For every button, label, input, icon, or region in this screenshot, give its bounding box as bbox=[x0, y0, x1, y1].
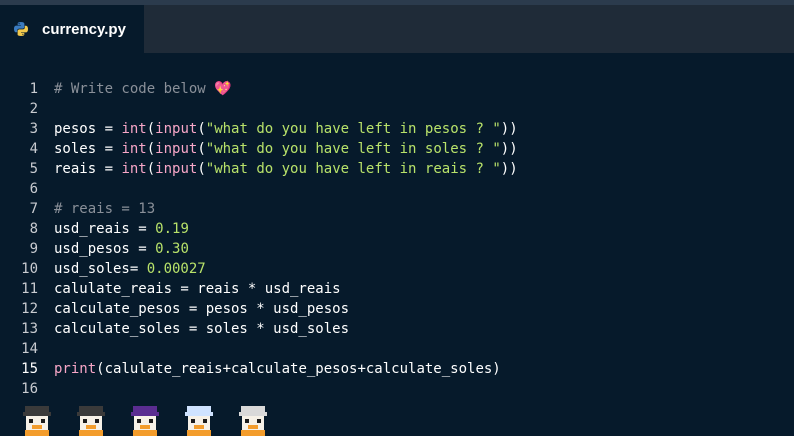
code-line[interactable]: 3 pesos = int(input("what do you have lef… bbox=[0, 119, 794, 139]
code-token: calculate_pesos = pesos * usd_pesos bbox=[54, 301, 350, 317]
code-token: 0.19 bbox=[155, 221, 189, 237]
code-line[interactable]: 1 # Write code below 💖 bbox=[0, 79, 794, 99]
code-token: "what do you have left in soles ? " bbox=[205, 141, 501, 157]
code-text: # Write code below 💖 bbox=[54, 79, 232, 99]
code-token: ( bbox=[197, 121, 206, 137]
code-line[interactable]: 15 print(calulate_reais+calculate_pesos+c… bbox=[0, 359, 794, 379]
line-number: 7 bbox=[29, 201, 38, 217]
tab-bar: currency.py bbox=[0, 5, 794, 53]
code-line[interactable]: 9 usd_pesos = 0.30 bbox=[0, 239, 794, 259]
code-line[interactable]: 6 bbox=[0, 179, 794, 199]
code-token: soles = bbox=[54, 141, 122, 157]
code-text: soles = int(input("what do you have left… bbox=[54, 139, 518, 159]
code-text: print(calulate_reais+calculate_pesos+cal… bbox=[54, 359, 501, 379]
code-token: usd_soles= bbox=[54, 261, 147, 277]
code-token: int bbox=[121, 121, 147, 137]
line-number: 3 bbox=[29, 121, 38, 137]
tab-label: currency.py bbox=[42, 20, 126, 38]
code-line[interactable]: 14 bbox=[0, 339, 794, 359]
code-text: calculate_pesos = pesos * usd_pesos bbox=[54, 299, 349, 319]
code-text: calulate_reais = reais * usd_reais bbox=[54, 279, 341, 299]
code-line[interactable]: 7 # reais = 13 bbox=[0, 199, 794, 219]
code-line[interactable]: 2 bbox=[0, 99, 794, 119]
line-number: 14 bbox=[21, 341, 38, 357]
avatar-4[interactable] bbox=[183, 404, 215, 436]
code-editor[interactable]: 1 # Write code below 💖 2 3 pesos = int(input… bbox=[0, 79, 794, 399]
code-text: usd_pesos = 0.30 bbox=[54, 239, 189, 259]
code-token: )) bbox=[500, 141, 518, 157]
code-line[interactable]: 5 reais = int(input("what do you have lef… bbox=[0, 159, 794, 179]
code-token: )) bbox=[500, 161, 518, 177]
code-line[interactable]: 13 calculate_soles = soles * usd_soles bbox=[0, 319, 794, 339]
avatar-1[interactable] bbox=[21, 404, 53, 436]
line-number: 6 bbox=[29, 181, 38, 197]
line-number: 9 bbox=[29, 241, 38, 257]
python-icon bbox=[14, 22, 28, 36]
code-token: usd_pesos = bbox=[54, 241, 156, 257]
line-number: 15 bbox=[21, 361, 38, 377]
heart-emoji: 💖 bbox=[214, 81, 232, 97]
code-token: ( bbox=[146, 121, 156, 137]
code-token: (calulate_reais+calculate_pesos+calculat… bbox=[96, 361, 501, 377]
line-number: 8 bbox=[29, 221, 38, 237]
code-token: int bbox=[121, 141, 147, 157]
code-token: usd_reais = bbox=[54, 221, 156, 237]
code-token: calulate_reais = reais * usd_reais bbox=[54, 281, 341, 297]
avatar-5[interactable] bbox=[237, 404, 269, 436]
code-text: usd_soles= 0.00027 bbox=[54, 259, 206, 279]
line-number: 10 bbox=[21, 261, 38, 277]
code-token: # reais = 13 bbox=[54, 201, 156, 217]
code-token: "what do you have left in reais ? " bbox=[205, 161, 501, 177]
code-token: # Write code below bbox=[54, 81, 215, 97]
code-token: ( bbox=[197, 141, 206, 157]
code-text: reais = int(input("what do you have left… bbox=[54, 159, 518, 179]
code-token: 0.00027 bbox=[146, 261, 206, 277]
code-text: calculate_soles = soles * usd_soles bbox=[54, 319, 349, 339]
code-text: usd_reais = 0.19 bbox=[54, 219, 189, 239]
tab-currency-py[interactable]: currency.py bbox=[0, 5, 144, 53]
avatar-3[interactable] bbox=[129, 404, 161, 436]
code-line[interactable]: 12 calculate_pesos = pesos * usd_pesos bbox=[0, 299, 794, 319]
line-number: 16 bbox=[21, 381, 38, 397]
code-line[interactable]: 11 calulate_reais = reais * usd_reais bbox=[0, 279, 794, 299]
line-number: 5 bbox=[29, 161, 38, 177]
line-number: 11 bbox=[21, 281, 38, 297]
code-token: calculate_soles = soles * usd_soles bbox=[54, 321, 350, 337]
code-token: ( bbox=[146, 141, 156, 157]
code-token: ( bbox=[146, 161, 156, 177]
code-token: print bbox=[54, 361, 97, 377]
line-number: 13 bbox=[21, 321, 38, 337]
avatar-2[interactable] bbox=[75, 404, 107, 436]
code-text: # reais = 13 bbox=[54, 199, 155, 219]
line-number: 4 bbox=[29, 141, 38, 157]
code-line[interactable]: 4 soles = int(input("what do you have lef… bbox=[0, 139, 794, 159]
code-token: 0.30 bbox=[155, 241, 189, 257]
line-number: 1 bbox=[29, 81, 38, 97]
code-token: int bbox=[121, 161, 147, 177]
code-token: )) bbox=[500, 121, 518, 137]
code-line[interactable]: 10 usd_soles= 0.00027 bbox=[0, 259, 794, 279]
code-token: input bbox=[155, 161, 198, 177]
code-token: "what do you have left in pesos ? " bbox=[205, 121, 501, 137]
code-text: pesos = int(input("what do you have left… bbox=[54, 119, 518, 139]
line-number: 12 bbox=[21, 301, 38, 317]
code-token: reais = bbox=[54, 161, 122, 177]
line-number: 2 bbox=[29, 101, 38, 117]
code-line[interactable]: 16 bbox=[0, 379, 794, 399]
code-token: ( bbox=[197, 161, 206, 177]
code-token: pesos = bbox=[54, 121, 122, 137]
code-token: input bbox=[155, 141, 198, 157]
code-line[interactable]: 8 usd_reais = 0.19 bbox=[0, 219, 794, 239]
code-token: input bbox=[155, 121, 198, 137]
